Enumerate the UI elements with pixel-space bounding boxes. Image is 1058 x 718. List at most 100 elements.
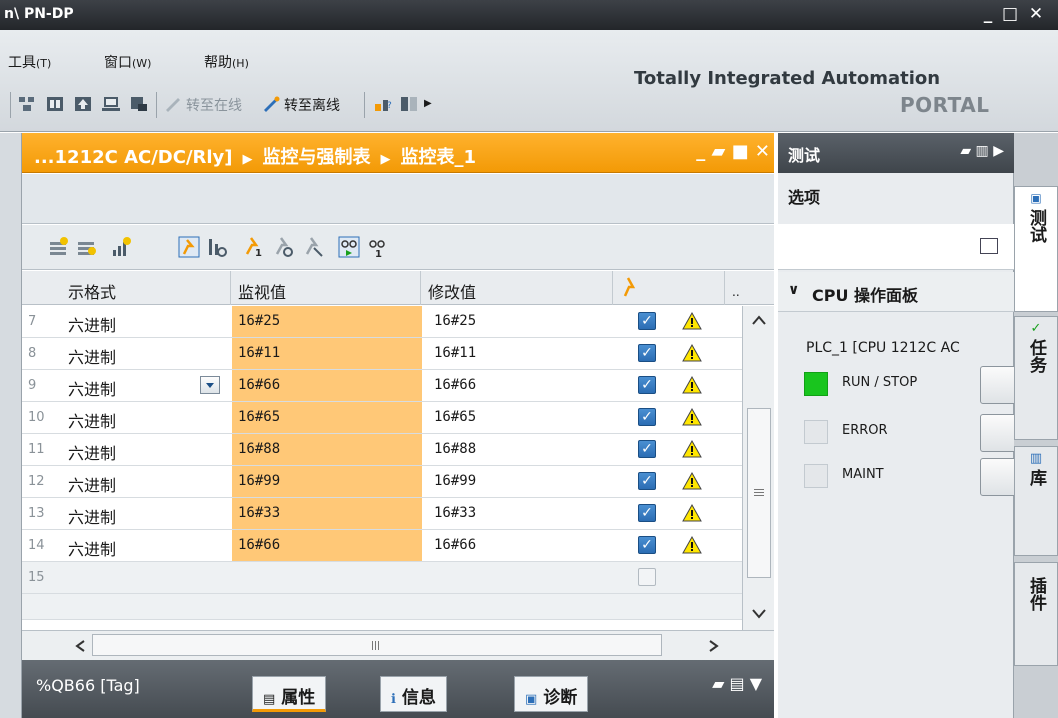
add-row-icon[interactable] bbox=[76, 236, 98, 258]
minimize-button[interactable]: _ bbox=[978, 4, 998, 24]
menu-item-window[interactable]: 窗口(W) bbox=[104, 52, 151, 72]
table-row[interactable]: 8 六进制 16#11 16#11 ✓ bbox=[22, 338, 742, 370]
display-format-cell[interactable]: 六进制 bbox=[68, 376, 116, 400]
col-display-format[interactable]: 示格式 bbox=[68, 279, 116, 303]
scroll-up-icon[interactable] bbox=[751, 314, 767, 326]
go-online-button[interactable]: 转至在线 bbox=[186, 95, 242, 115]
breadcrumb-watch-table[interactable]: 监控表_1 bbox=[401, 147, 477, 168]
modify-checkbox[interactable]: ✓ bbox=[638, 408, 656, 426]
col-monitor-value[interactable]: 监视值 bbox=[238, 279, 286, 303]
table-row[interactable]: 12 六进制 16#99 16#99 ✓ bbox=[22, 466, 742, 498]
editor-minimize-button[interactable]: _ bbox=[696, 141, 705, 162]
vertical-tab-addins[interactable]: 插件 bbox=[1014, 562, 1058, 666]
table-row[interactable]: 7 六进制 16#25 16#25 ✓ bbox=[22, 306, 742, 338]
table-row[interactable]: 13 六进制 16#33 16#33 ✓ bbox=[22, 498, 742, 530]
display-format-cell[interactable]: 六进制 bbox=[68, 472, 116, 496]
tab-diagnostics[interactable]: ▣ 诊断 bbox=[514, 676, 589, 712]
go-offline-icon[interactable] bbox=[262, 96, 280, 112]
upload-icon[interactable] bbox=[74, 96, 92, 112]
table-row[interactable]: 11 六进制 16#88 16#88 ✓ bbox=[22, 434, 742, 466]
display-format-cell[interactable]: 六进制 bbox=[68, 536, 116, 560]
editor-close-button[interactable]: ✕ bbox=[755, 141, 770, 162]
cpu-panel-section-header[interactable]: ∨ CPU 操作面板 bbox=[778, 272, 1014, 312]
display-format-cell[interactable]: 六进制 bbox=[68, 504, 116, 528]
horizontal-scroll-thumb[interactable] bbox=[92, 634, 662, 656]
modify-checkbox[interactable]: ✓ bbox=[638, 568, 656, 586]
modify-value-cell[interactable]: 16#33 bbox=[434, 505, 476, 521]
tab-properties[interactable]: ▤ 属性 bbox=[252, 676, 327, 712]
runtime-icon[interactable] bbox=[130, 96, 148, 112]
accessible-devices-icon[interactable]: ? bbox=[374, 96, 392, 112]
display-format-cell[interactable]: 六进制 bbox=[68, 408, 116, 432]
table-row-blank[interactable] bbox=[22, 594, 742, 620]
display-format-cell[interactable]: 六进制 bbox=[68, 344, 116, 368]
modify-value-cell[interactable]: 16#66 bbox=[434, 537, 476, 553]
modify-now-icon[interactable]: 1 bbox=[242, 236, 264, 258]
scroll-down-icon[interactable] bbox=[751, 608, 767, 620]
vertical-scroll-thumb[interactable] bbox=[747, 408, 771, 578]
enable-peripheral-outputs-icon[interactable] bbox=[302, 236, 324, 258]
vertical-scrollbar[interactable] bbox=[742, 306, 774, 630]
breadcrumb-device[interactable]: ...1212C AC/DC/Rly] bbox=[34, 147, 233, 168]
display-format-cell[interactable]: 六进制 bbox=[68, 312, 116, 336]
go-offline-button[interactable]: 转至离线 bbox=[284, 95, 340, 115]
column-divider[interactable] bbox=[230, 271, 231, 305]
monitor-once-icon[interactable] bbox=[206, 236, 228, 258]
breadcrumb-watch-force-tables[interactable]: 监控与强制表 bbox=[263, 147, 371, 168]
toolbar-overflow-icon[interactable]: ▶ bbox=[424, 98, 432, 109]
table-row-empty[interactable]: 15 ✓ bbox=[22, 562, 742, 594]
tab-info[interactable]: ℹ 信息 bbox=[380, 676, 447, 712]
vertical-tab-tasks[interactable]: ✓ 任务 bbox=[1014, 316, 1058, 440]
scroll-left-icon[interactable] bbox=[74, 639, 86, 653]
modify-checkbox[interactable]: ✓ bbox=[638, 536, 656, 554]
menu-item-tools[interactable]: 工具(T) bbox=[8, 52, 51, 72]
modify-value-cell[interactable]: 16#66 bbox=[434, 377, 476, 393]
modify-value-cell[interactable]: 16#88 bbox=[434, 441, 476, 457]
project-tree-collapsed-strip[interactable] bbox=[0, 133, 22, 718]
table-row[interactable]: 10 六进制 16#65 16#65 ✓ bbox=[22, 402, 742, 434]
modify-checkbox[interactable]: ✓ bbox=[638, 344, 656, 362]
column-divider[interactable] bbox=[724, 271, 725, 305]
options-window-icon[interactable] bbox=[980, 238, 998, 254]
modify-value-cell[interactable]: 16#11 bbox=[434, 345, 476, 361]
menu-item-help[interactable]: 帮助(H) bbox=[204, 52, 249, 72]
editor-maximize-button[interactable]: ■ bbox=[732, 141, 749, 162]
modify-trigger-icon[interactable] bbox=[272, 236, 294, 258]
col-more[interactable]: .. bbox=[732, 285, 740, 299]
column-divider[interactable] bbox=[420, 271, 421, 305]
show-all-modify-icon[interactable] bbox=[110, 236, 132, 258]
modify-checkbox[interactable]: ✓ bbox=[638, 440, 656, 458]
maximize-button[interactable]: □ bbox=[1000, 4, 1020, 24]
format-dropdown-button[interactable] bbox=[200, 376, 220, 394]
test-panel-buttons[interactable]: ▰ ▥ ▶ bbox=[960, 143, 1004, 159]
modify-value-cell[interactable]: 16#25 bbox=[434, 313, 476, 329]
hardware-tree-icon[interactable] bbox=[18, 96, 36, 112]
modify-checkbox[interactable]: ✓ bbox=[638, 504, 656, 522]
table-row[interactable]: 9 六进制 16#66 16#66 ✓ bbox=[22, 370, 742, 402]
editor-restore-button[interactable]: ▰ bbox=[711, 141, 725, 162]
monitor-glasses-icon[interactable] bbox=[338, 236, 360, 258]
col-modify-value[interactable]: 修改值 bbox=[428, 279, 476, 303]
table-row[interactable]: 14 六进制 16#66 16#66 ✓ bbox=[22, 530, 742, 562]
split-editor-icon[interactable] bbox=[400, 96, 418, 112]
insert-row-icon[interactable] bbox=[48, 236, 70, 258]
modify-value-cell[interactable]: 16#65 bbox=[434, 409, 476, 425]
modify-checkbox[interactable]: ✓ bbox=[638, 472, 656, 490]
inspector-window-buttons[interactable]: ▰ ▤ ▼ bbox=[712, 674, 762, 693]
monitor-all-icon[interactable] bbox=[178, 236, 200, 258]
modify-value-cell[interactable]: 16#99 bbox=[434, 473, 476, 489]
horizontal-scrollbar[interactable] bbox=[22, 630, 774, 660]
column-divider[interactable] bbox=[612, 271, 613, 305]
modify-checkbox[interactable]: ✓ bbox=[638, 376, 656, 394]
close-button[interactable]: ✕ bbox=[1026, 4, 1046, 24]
go-online-icon[interactable] bbox=[164, 96, 182, 112]
display-format-cell[interactable]: 六进制 bbox=[68, 440, 116, 464]
scroll-right-icon[interactable] bbox=[708, 639, 720, 653]
vertical-tab-test[interactable]: ▣ 测试 bbox=[1014, 186, 1058, 312]
modify-column-lightning-icon[interactable] bbox=[620, 277, 638, 297]
modify-checkbox[interactable]: ✓ bbox=[638, 312, 656, 330]
simulation-icon[interactable] bbox=[102, 96, 120, 112]
download-icon[interactable] bbox=[46, 96, 64, 112]
monitor-glasses-once-icon[interactable]: 1 bbox=[366, 236, 388, 258]
vertical-tab-libraries[interactable]: ▥ 库 bbox=[1014, 446, 1058, 556]
